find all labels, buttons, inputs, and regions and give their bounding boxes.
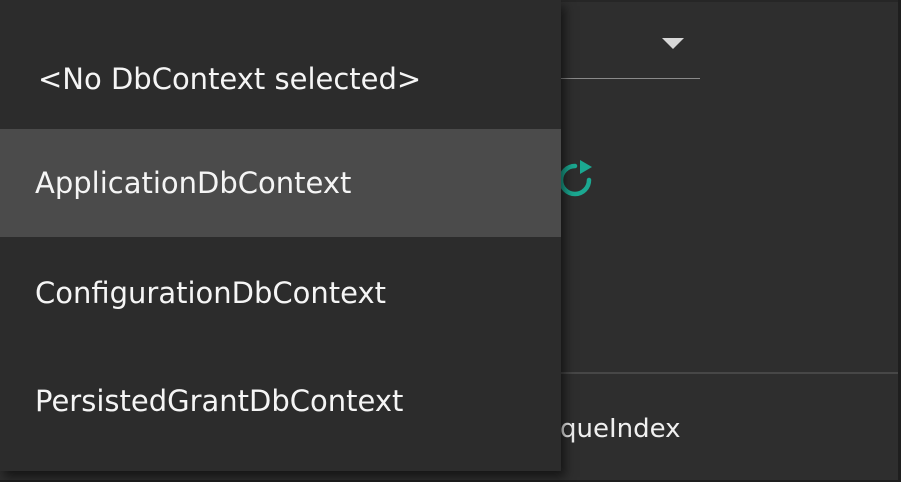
dropdown-item-applicationdbcontext[interactable]: ApplicationDbContext — [0, 129, 561, 237]
dropdown-item-persistedgrantdbcontext[interactable]: PersistedGrantDbContext — [0, 347, 561, 455]
chevron-down-icon[interactable] — [662, 38, 684, 49]
dbcontext-dropdown-list[interactable]: <No DbContext selected> ApplicationDbCon… — [0, 0, 561, 471]
grid-divider — [560, 372, 898, 374]
dropdown-item-configurationdbcontext[interactable]: ConfigurationDbContext — [0, 239, 561, 347]
refresh-icon[interactable] — [556, 160, 594, 200]
combobox-underline — [560, 78, 700, 79]
dropdown-item-no-dbcontext[interactable]: <No DbContext selected> — [0, 25, 561, 133]
app-window: queIndex <No DbContext selected> Applica… — [0, 0, 901, 482]
grid-cell: queIndex — [560, 414, 681, 444]
